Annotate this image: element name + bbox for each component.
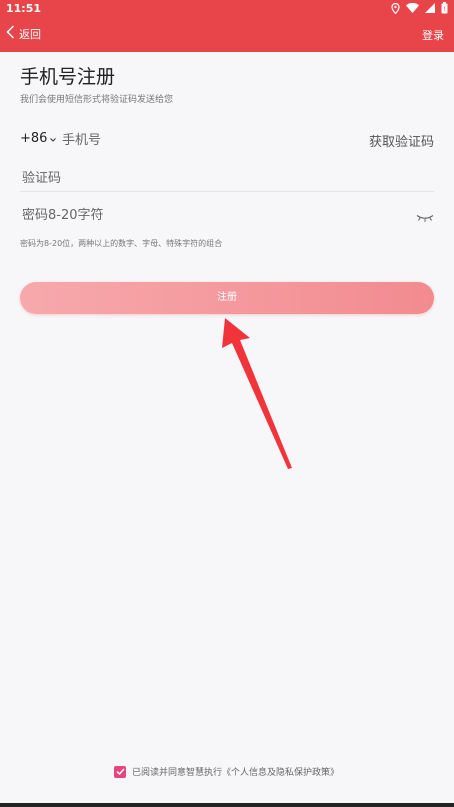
verification-code-input[interactable]: [20, 166, 404, 190]
phone-input[interactable]: [60, 128, 324, 152]
back-label: 返回: [19, 27, 41, 41]
location-icon: [391, 2, 400, 14]
password-row: [20, 203, 434, 227]
status-icons: !: [391, 2, 448, 14]
back-button[interactable]: 返回: [6, 25, 41, 42]
login-link[interactable]: 登录: [422, 27, 444, 43]
signal-icon: [425, 3, 435, 13]
chevron-left-icon: [6, 25, 15, 42]
chevron-down-icon: [50, 131, 57, 146]
password-input[interactable]: [20, 203, 404, 227]
status-time: 11:51: [6, 2, 42, 15]
battery-icon: !: [441, 2, 448, 14]
eye-closed-icon[interactable]: [416, 207, 434, 226]
wifi-icon: [406, 3, 419, 13]
svg-text:!: !: [443, 6, 445, 13]
password-hint: 密码为8-20位，两种以上的数字、字母、特殊字符的组合: [20, 239, 223, 248]
bottom-edge: [0, 803, 454, 807]
nav-bar: 返回 登录: [0, 18, 454, 52]
agreement-row: 已阅读并同意智慧执行《个人信息及隐私保护政策》: [114, 765, 339, 778]
page-title: 手机号注册: [20, 66, 116, 88]
agreement-text[interactable]: 已阅读并同意智慧执行《个人信息及隐私保护政策》: [132, 765, 339, 778]
country-code-selector[interactable]: +86: [20, 131, 57, 146]
get-code-button[interactable]: 获取验证码: [369, 131, 434, 150]
agreement-checkbox[interactable]: [114, 765, 126, 778]
country-code-label: +86: [20, 131, 48, 146]
code-row: [20, 166, 434, 190]
phone-row: +86 获取验证码: [20, 128, 434, 152]
divider: [20, 191, 434, 192]
status-bar: 11:51 !: [0, 0, 454, 18]
page-subtitle: 我们会使用短信形式将验证码发送给您: [20, 95, 174, 105]
annotation-arrow: [222, 318, 292, 469]
check-icon: [115, 768, 125, 775]
